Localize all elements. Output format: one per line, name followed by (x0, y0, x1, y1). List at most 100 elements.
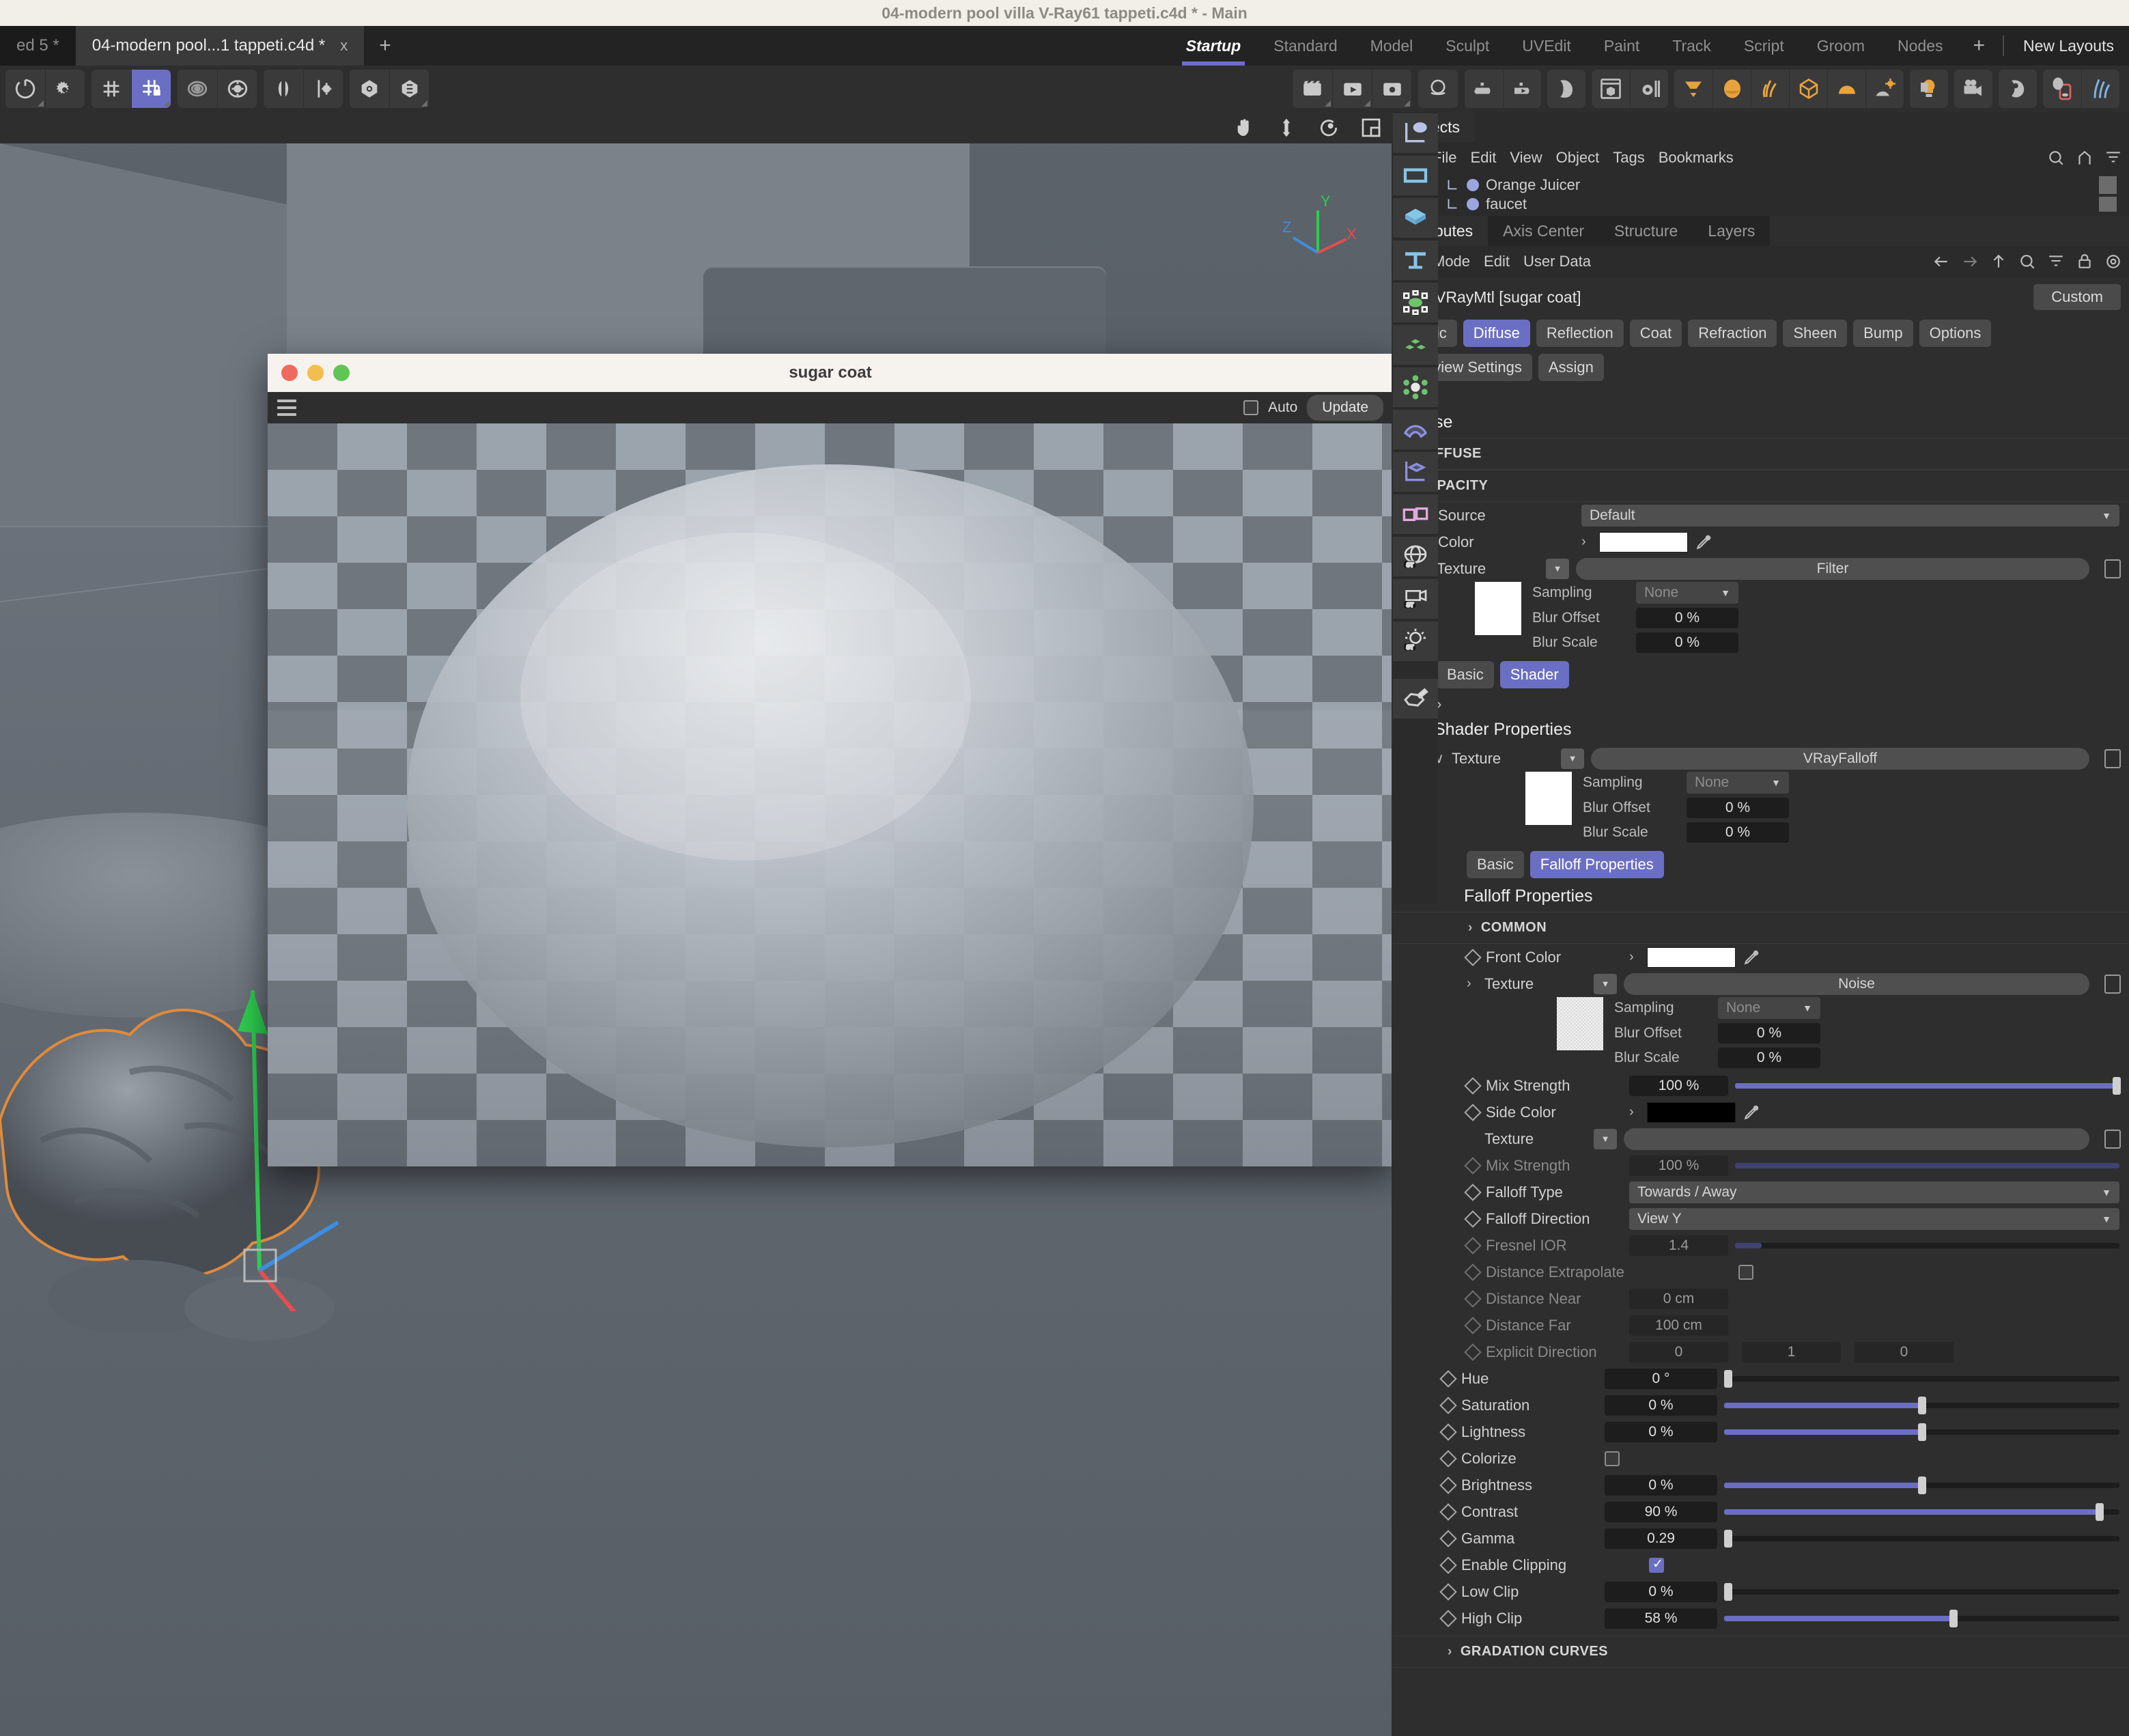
vray-mobile-icon[interactable] (2043, 70, 2081, 108)
side-color-swatch[interactable] (1647, 1102, 1736, 1123)
opacity-tab-basic[interactable]: Basic (1437, 661, 1494, 688)
fresnel-ior-field[interactable]: 1.4 (1629, 1235, 1728, 1256)
pan-hand-icon[interactable] (1229, 115, 1259, 141)
load-texture-folder-icon[interactable] (2104, 1129, 2121, 1149)
new-document-tab-icon[interactable]: + (364, 26, 406, 66)
animate-keyframe-icon[interactable] (1439, 1582, 1457, 1601)
group-header-opacity[interactable]: ∨ OPACITY (1392, 470, 2129, 502)
animate-keyframe-icon[interactable] (1464, 1156, 1482, 1175)
front-color-swatch[interactable] (1647, 947, 1736, 968)
slider-knob[interactable] (2113, 1076, 2121, 1095)
filter-icon[interactable] (2047, 253, 2065, 270)
chevron-right-icon[interactable]: › (1629, 1104, 1640, 1120)
vray-dome-icon[interactable] (1827, 70, 1865, 108)
distance-far-field[interactable]: 100 cm (1629, 1315, 1728, 1336)
vray-light-icon[interactable] (1910, 70, 1948, 108)
front-blur-scale-field[interactable]: 0 % (1718, 1048, 1820, 1068)
group-header-gradation-curves[interactable]: › GRADATION CURVES (1392, 1636, 2129, 1668)
channel-tab-reflection[interactable]: Reflection (1536, 320, 1624, 347)
animate-keyframe-icon[interactable] (1439, 1529, 1457, 1548)
objects-menu-bookmarks[interactable]: Bookmarks (1659, 149, 1734, 167)
animate-keyframe-icon[interactable] (1439, 1449, 1457, 1468)
distance-near-field[interactable]: 0 cm (1629, 1288, 1728, 1309)
front-mix-strength-slider[interactable] (1735, 1076, 2121, 1096)
custom-preset-button[interactable]: Custom (2033, 284, 2121, 310)
add-layout-icon[interactable]: + (1960, 26, 1999, 66)
opacity-source-dropdown[interactable]: Default ▼ (1581, 504, 2119, 527)
move-vertical-icon[interactable] (1271, 115, 1301, 141)
animate-keyframe-icon[interactable] (1439, 1476, 1457, 1494)
sculpt-brush-tool-icon[interactable] (1393, 679, 1438, 718)
symmetry-settings-gear-icon[interactable] (303, 70, 343, 108)
texture-menu-arrow-icon[interactable]: ▼ (1594, 973, 1617, 994)
texture-menu-arrow-icon[interactable]: ▼ (1546, 558, 1569, 579)
render-view-icon[interactable] (1293, 70, 1332, 108)
high-clip-slider[interactable] (1724, 1608, 2119, 1629)
front-sampling-dropdown[interactable]: None ▼ (1718, 997, 1820, 1019)
undo-settings-gear-icon[interactable] (45, 70, 85, 108)
vray-frame-buffer-icon[interactable] (1592, 70, 1630, 108)
slider-knob[interactable] (1724, 1529, 1732, 1548)
explicit-direction-y-field[interactable]: 1 (1742, 1341, 1841, 1362)
slider-knob[interactable] (1917, 1476, 1926, 1494)
load-texture-folder-icon[interactable] (2104, 974, 2121, 994)
cube-primitive-tool-icon[interactable] (1393, 198, 1438, 238)
falloff-direction-dropdown[interactable]: View Y ▼ (1629, 1207, 2119, 1230)
group-header-common[interactable]: › COMMON (1392, 912, 2129, 944)
load-texture-folder-icon[interactable] (2104, 748, 2121, 768)
shader-sampling-dropdown[interactable]: None ▼ (1687, 772, 1789, 794)
channel-tab-sheen[interactable]: Sheen (1783, 320, 1848, 347)
layout-tab-track[interactable]: Track (1656, 26, 1728, 66)
light-tool-icon[interactable]: ST (1393, 621, 1438, 661)
layout-tab-paint[interactable]: Paint (1588, 26, 1656, 66)
up-arrow-icon[interactable] (1990, 253, 2007, 270)
objects-menu-tags[interactable]: Tags (1613, 149, 1644, 167)
camera-tool-icon[interactable]: ST (1393, 579, 1438, 619)
explicit-direction-x-field[interactable]: 0 (1629, 1341, 1728, 1362)
vray-render-settings-gear-icon[interactable] (1630, 70, 1668, 108)
hue-field[interactable]: 0 ° (1605, 1368, 1717, 1389)
tab-layers[interactable]: Layers (1693, 216, 1771, 246)
layout-tab-model[interactable]: Model (1354, 26, 1430, 66)
search-icon[interactable] (2047, 149, 2065, 167)
contrast-field[interactable]: 90 % (1605, 1501, 1717, 1522)
grid-icon[interactable] (91, 70, 131, 108)
symmetry-mirror-icon[interactable] (264, 70, 303, 108)
object-tag-icon[interactable] (2099, 176, 2117, 194)
contrast-slider[interactable] (1724, 1502, 2119, 1522)
menu-hamburger-icon[interactable] (277, 400, 296, 416)
objects-menu-edit[interactable]: Edit (1470, 149, 1496, 167)
object-row-faucet[interactable]: − faucet (1392, 197, 2129, 212)
vray-sphere-icon[interactable] (1712, 70, 1751, 108)
material-sphere-icon[interactable] (1418, 70, 1458, 108)
filter-icon[interactable] (2104, 149, 2122, 167)
animate-keyframe-icon[interactable] (1464, 1076, 1482, 1095)
layout-tab-startup[interactable]: Startup (1170, 26, 1258, 66)
vray-material-icon[interactable] (1547, 70, 1585, 108)
low-clip-field[interactable]: 0 % (1605, 1581, 1717, 1602)
animate-keyframe-icon[interactable] (1464, 1103, 1482, 1121)
animate-keyframe-icon[interactable] (1439, 1502, 1457, 1521)
chevron-right-icon[interactable]: › (1467, 976, 1478, 992)
opacity-texture-field[interactable]: Filter (1576, 557, 2089, 580)
slider-knob[interactable] (2096, 1502, 2104, 1521)
load-texture-folder-icon[interactable] (2104, 559, 2121, 578)
animate-keyframe-icon[interactable] (1464, 1316, 1482, 1334)
render-preview-play-icon[interactable] (1332, 70, 1372, 108)
snap-target-icon[interactable] (178, 70, 217, 108)
slider-knob[interactable] (1949, 1609, 1958, 1627)
animate-keyframe-icon[interactable] (1439, 1369, 1457, 1388)
fresnel-ior-slider[interactable] (1735, 1235, 2119, 1256)
search-icon[interactable] (2018, 253, 2036, 270)
workplane-mode-icon[interactable] (389, 70, 429, 108)
document-tab-active[interactable]: 04-modern pool...1 tappeti.c4d * x (75, 26, 365, 66)
opacity-blur-offset-field[interactable]: 0 % (1636, 608, 1738, 628)
material-preview-window[interactable]: sugar coat Auto Update (268, 354, 1393, 1166)
layout-tab-uvedit[interactable]: UVEdit (1506, 26, 1588, 66)
chevron-right-icon[interactable]: › (1629, 949, 1640, 965)
front-texture-field[interactable]: Noise (1624, 972, 2089, 995)
bend-deformer-tool-icon[interactable] (1393, 410, 1438, 449)
text-spline-tool-icon[interactable] (1393, 240, 1438, 280)
vray-teapot-icon[interactable] (1465, 70, 1503, 108)
gamma-field[interactable]: 0.29 (1605, 1528, 1717, 1549)
